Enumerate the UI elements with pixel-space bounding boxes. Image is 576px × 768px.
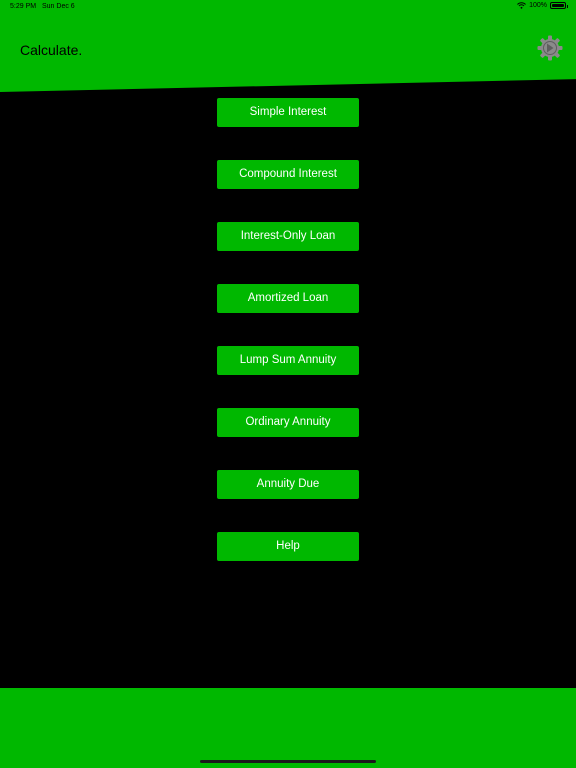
app-title: Calculate. xyxy=(20,42,83,58)
gear-icon xyxy=(537,35,563,61)
compound-interest-button[interactable]: Compound Interest xyxy=(217,160,359,189)
calculator-menu: Simple Interest Compound Interest Intere… xyxy=(217,98,359,594)
battery-icon xyxy=(550,2,568,9)
battery-percent: 100% xyxy=(529,2,547,9)
footer-bar xyxy=(0,688,576,768)
home-indicator[interactable] xyxy=(200,760,376,763)
annuity-due-button[interactable]: Annuity Due xyxy=(217,470,359,499)
ordinary-annuity-button[interactable]: Ordinary Annuity xyxy=(217,408,359,437)
help-button[interactable]: Help xyxy=(217,532,359,561)
status-indicators: 100% xyxy=(517,2,568,9)
status-date: Sun Dec 6 xyxy=(42,3,75,10)
settings-button[interactable] xyxy=(537,35,563,61)
interest-only-loan-button[interactable]: Interest-Only Loan xyxy=(217,222,359,251)
status-bar: 5:29 PM Sun Dec 6 100% xyxy=(0,0,576,14)
battery-fill xyxy=(552,4,564,7)
wifi-icon xyxy=(517,2,526,9)
simple-interest-button[interactable]: Simple Interest xyxy=(217,98,359,127)
amortized-loan-button[interactable]: Amortized Loan xyxy=(217,284,359,313)
lump-sum-annuity-button[interactable]: Lump Sum Annuity xyxy=(217,346,359,375)
status-time: 5:29 PM xyxy=(10,3,37,10)
